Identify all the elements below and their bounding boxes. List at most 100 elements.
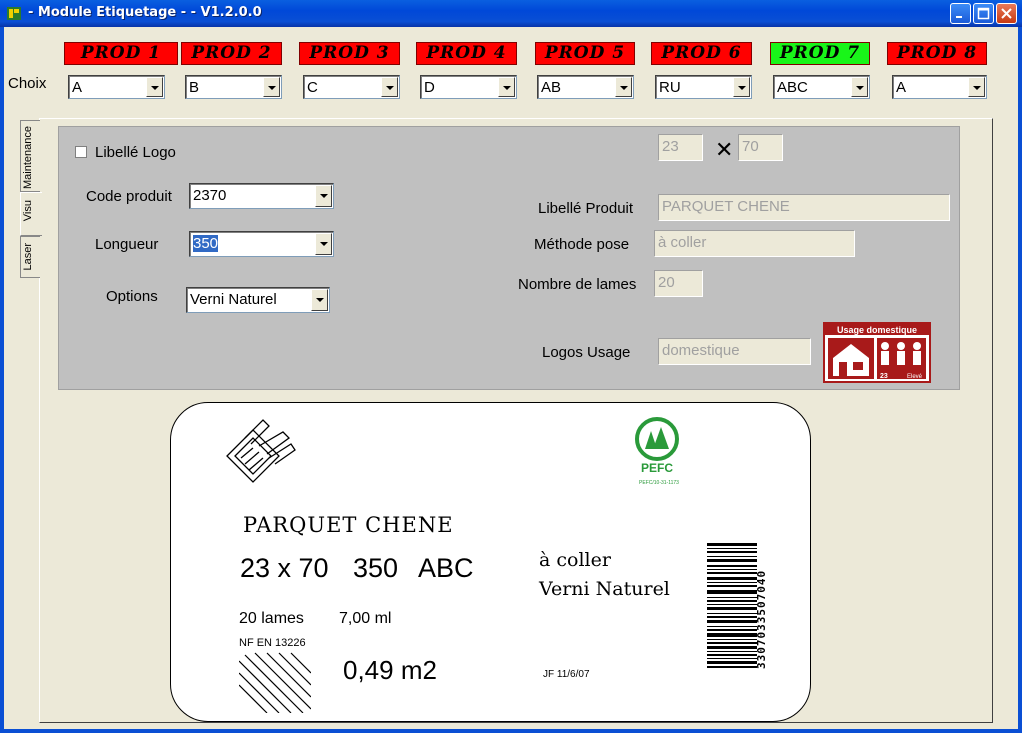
choix-select-6[interactable]: RU (655, 75, 752, 99)
options-select[interactable]: Verni Naturel (186, 287, 330, 313)
parquet-brand-logo-icon (226, 419, 296, 483)
methode-pose-label: Méthode pose (534, 236, 630, 253)
svg-text:PEFC/10-31-1173: PEFC/10-31-1173 (639, 480, 679, 486)
libelle-produit-label: Libellé Produit (538, 200, 634, 217)
tab-label: Laser (22, 243, 34, 271)
choix-select-3[interactable]: C (303, 75, 400, 99)
longueur-label: Longueur (95, 236, 159, 253)
label-choix: ABC (418, 553, 474, 583)
choix-label: Choix (8, 75, 47, 92)
tab-visu[interactable]: Visu (20, 192, 42, 236)
pefc-logo-icon: PEFC PEFC/10-31-1173 (635, 417, 679, 486)
tab-laser[interactable]: Laser (20, 236, 40, 278)
methode-pose-field[interactable]: à coller (654, 230, 855, 257)
minimize-icon (956, 16, 962, 18)
tab-label: Visu (22, 200, 34, 222)
prod-2-button[interactable]: PROD 2 (181, 42, 282, 65)
chevron-down-icon[interactable] (381, 77, 398, 97)
prod-7-button[interactable]: PROD 7 (770, 42, 870, 65)
svg-text:PEFC: PEFC (641, 461, 673, 475)
label-ml: 7,00 ml (339, 610, 392, 627)
choix-select-1[interactable]: A (68, 75, 165, 99)
chevron-down-icon[interactable] (315, 185, 332, 207)
label-dims: 23 x 70 (240, 553, 329, 583)
code-produit-select[interactable]: 2370 (189, 183, 334, 209)
window-frame-bottom (0, 729, 1022, 733)
libelle-produit-field[interactable]: PARQUET CHENE (658, 194, 950, 221)
prod-8-button[interactable]: PROD 8 (887, 42, 987, 65)
code-produit-value: 2370 (193, 187, 227, 204)
window-title: - Module Etiquetage - - V1.2.0.0 (28, 5, 262, 20)
choix-value: A (72, 79, 83, 96)
chevron-down-icon[interactable] (968, 77, 985, 97)
prod-4-button[interactable]: PROD 4 (416, 42, 517, 65)
wood-grain-icon (239, 652, 311, 713)
svg-text:23: 23 (880, 373, 888, 380)
choix-select-8[interactable]: A (892, 75, 987, 99)
chevron-down-icon[interactable] (146, 77, 163, 97)
tab-label: Maintenance (22, 126, 34, 189)
label-norm: NF EN 13226 (239, 637, 306, 649)
chevron-down-icon[interactable] (498, 77, 515, 97)
chevron-down-icon[interactable] (315, 233, 332, 255)
prod-6-button[interactable]: PROD 6 (651, 42, 752, 65)
chevron-down-icon[interactable] (733, 77, 750, 97)
chevron-down-icon[interactable] (851, 77, 868, 97)
choix-value: RU (659, 79, 681, 96)
chevron-down-icon[interactable] (615, 77, 632, 97)
choix-value: B (189, 79, 200, 96)
chevron-down-icon[interactable] (263, 77, 280, 97)
title-bar[interactable]: - Module Etiquetage - - V1.2.0.0 (0, 0, 1022, 27)
options-value: Verni Naturel (190, 291, 277, 308)
maximize-icon (977, 7, 990, 20)
libelle-logo-checkbox[interactable] (75, 146, 87, 158)
label-length: 350 (353, 553, 399, 583)
label-lames: 20 lames (239, 610, 304, 627)
dim-width-field[interactable]: 23 (658, 134, 703, 161)
longueur-value: 350 (193, 235, 219, 252)
prod-3-button[interactable]: PROD 3 (299, 42, 400, 65)
label-small-code: JF 11/6/07 (543, 669, 590, 680)
choix-select-2[interactable]: B (185, 75, 282, 99)
window-frame-right (1018, 27, 1022, 733)
nombre-lames-field[interactable]: 20 (654, 270, 703, 297)
close-icon (1001, 8, 1012, 19)
prod-1-button[interactable]: PROD 1 (64, 42, 178, 65)
logos-usage-field[interactable]: domestique (658, 338, 811, 365)
choix-value: ABC (777, 79, 808, 96)
usage-domestique-icon: Usage domestique 23 Elevé (825, 324, 929, 380)
barcode-icon (707, 543, 757, 668)
choix-value: AB (541, 79, 562, 96)
options-label: Options (106, 288, 158, 305)
nombre-lames-label: Nombre de lames (518, 276, 637, 293)
times-icon: ✕ (715, 138, 734, 163)
dim-height-field[interactable]: 70 (738, 134, 783, 161)
chevron-down-icon[interactable] (311, 289, 328, 311)
choix-value: D (424, 79, 435, 96)
choix-select-5[interactable]: AB (537, 75, 634, 99)
libelle-logo-label: Libellé Logo (95, 144, 176, 161)
longueur-select[interactable]: 350 (189, 231, 334, 257)
choix-select-7[interactable]: ABC (773, 75, 870, 99)
close-button[interactable] (996, 3, 1017, 24)
code-produit-label: Code produit (86, 188, 172, 205)
tab-maintenance[interactable]: Maintenance (20, 120, 40, 192)
logos-usage-label: Logos Usage (542, 344, 631, 361)
window-frame-left (0, 27, 4, 733)
svg-text:Elevé: Elevé (907, 374, 923, 380)
svg-text:Usage domestique: Usage domestique (837, 325, 917, 335)
barcode-number: 3307033507040 (755, 569, 768, 669)
label-product-name: PARQUET CHENE (243, 513, 454, 537)
prod-5-button[interactable]: PROD 5 (535, 42, 635, 65)
choix-value: A (896, 79, 907, 96)
choix-select-4[interactable]: D (420, 75, 517, 99)
label-pose: à coller (539, 549, 611, 571)
label-area: 0,49 m2 (343, 655, 437, 685)
app-icon (7, 7, 21, 20)
maximize-button[interactable] (973, 3, 994, 24)
choix-value: C (307, 79, 318, 96)
label-preview: PEFC PEFC/10-31-1173 PARQUET CHENE 23 x … (170, 402, 811, 722)
label-finish: Verni Naturel (539, 578, 670, 600)
usage-domestique-logo: Usage domestique 23 Elevé (823, 322, 931, 383)
minimize-button[interactable] (950, 3, 971, 24)
